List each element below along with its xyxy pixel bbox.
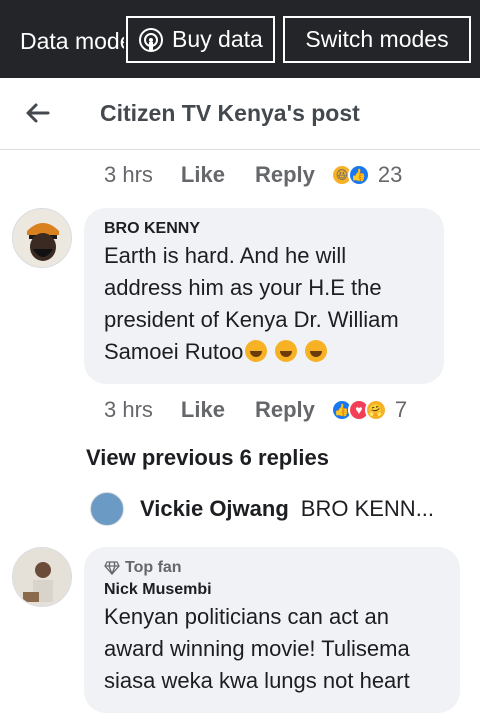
data-mode-label: Data mode bbox=[20, 28, 124, 54]
comment-text: Kenyan politicians can act an award winn… bbox=[104, 604, 410, 693]
comment-actions-row: 3 hrs Like Reply 👍 ♥ 🤗 7 bbox=[104, 397, 407, 423]
switch-modes-button[interactable]: Switch modes bbox=[283, 16, 471, 63]
comment-author[interactable]: Nick Musembi bbox=[104, 581, 442, 599]
top-fan-label: Top fan bbox=[125, 559, 182, 576]
buy-data-button[interactable]: Buy data bbox=[126, 16, 275, 63]
avatar[interactable] bbox=[12, 547, 72, 607]
comment-actions-row: 3 hrs Like Reply 😆 👍 23 bbox=[104, 162, 402, 188]
comment-bubble: Top fan Nick Musembi Kenyan politicians … bbox=[84, 547, 460, 713]
page-title: Citizen TV Kenya's post bbox=[100, 100, 360, 126]
like-button[interactable]: Like bbox=[181, 162, 225, 188]
switch-modes-label: Switch modes bbox=[305, 26, 449, 52]
avatar bbox=[90, 492, 124, 526]
view-previous-replies-link[interactable]: View previous 6 replies bbox=[86, 445, 329, 471]
comment-bubble: BRO KENNY Earth is hard. And he will add… bbox=[84, 208, 444, 384]
care-reaction-icon: 🤗 bbox=[364, 399, 387, 421]
reaction-count: 23 bbox=[377, 162, 403, 187]
user-avatar-icon bbox=[13, 548, 71, 606]
top-fan-badge: Top fan bbox=[104, 559, 442, 577]
reply-button[interactable]: Reply bbox=[255, 162, 315, 188]
reply-snippet: BRO KENN... bbox=[300, 496, 435, 521]
broadcast-icon bbox=[139, 27, 163, 52]
rofl-emoji-icon bbox=[245, 340, 268, 362]
reaction-summary[interactable]: 😆 👍 bbox=[330, 164, 370, 186]
comment-author[interactable]: BRO KENNY bbox=[104, 220, 426, 238]
timestamp: 3 hrs bbox=[104, 397, 153, 422]
reaction-count: 7 bbox=[394, 397, 408, 422]
reply-preview[interactable]: Vickie Ojwang BRO KENN... bbox=[90, 492, 434, 526]
buy-data-label: Buy data bbox=[172, 26, 263, 52]
post-header: Citizen TV Kenya's post bbox=[0, 78, 480, 150]
reply-author: Vickie Ojwang bbox=[140, 496, 289, 521]
avatar[interactable] bbox=[12, 208, 72, 268]
like-reaction-icon: 👍 bbox=[347, 164, 370, 186]
like-button[interactable]: Like bbox=[181, 397, 225, 423]
data-mode-bar: Data mode Buy data Switch modes bbox=[0, 0, 480, 78]
rofl-emoji-icon bbox=[275, 340, 298, 362]
user-avatar-icon bbox=[13, 209, 71, 267]
back-arrow-icon[interactable] bbox=[22, 98, 52, 128]
reply-button[interactable]: Reply bbox=[255, 397, 315, 423]
timestamp: 3 hrs bbox=[104, 162, 153, 187]
reaction-summary[interactable]: 👍 ♥ 🤗 bbox=[330, 399, 387, 421]
rofl-emoji-icon bbox=[305, 340, 328, 362]
comment-text: Earth is hard. And he will address him a… bbox=[104, 240, 426, 368]
diamond-icon bbox=[104, 561, 120, 575]
